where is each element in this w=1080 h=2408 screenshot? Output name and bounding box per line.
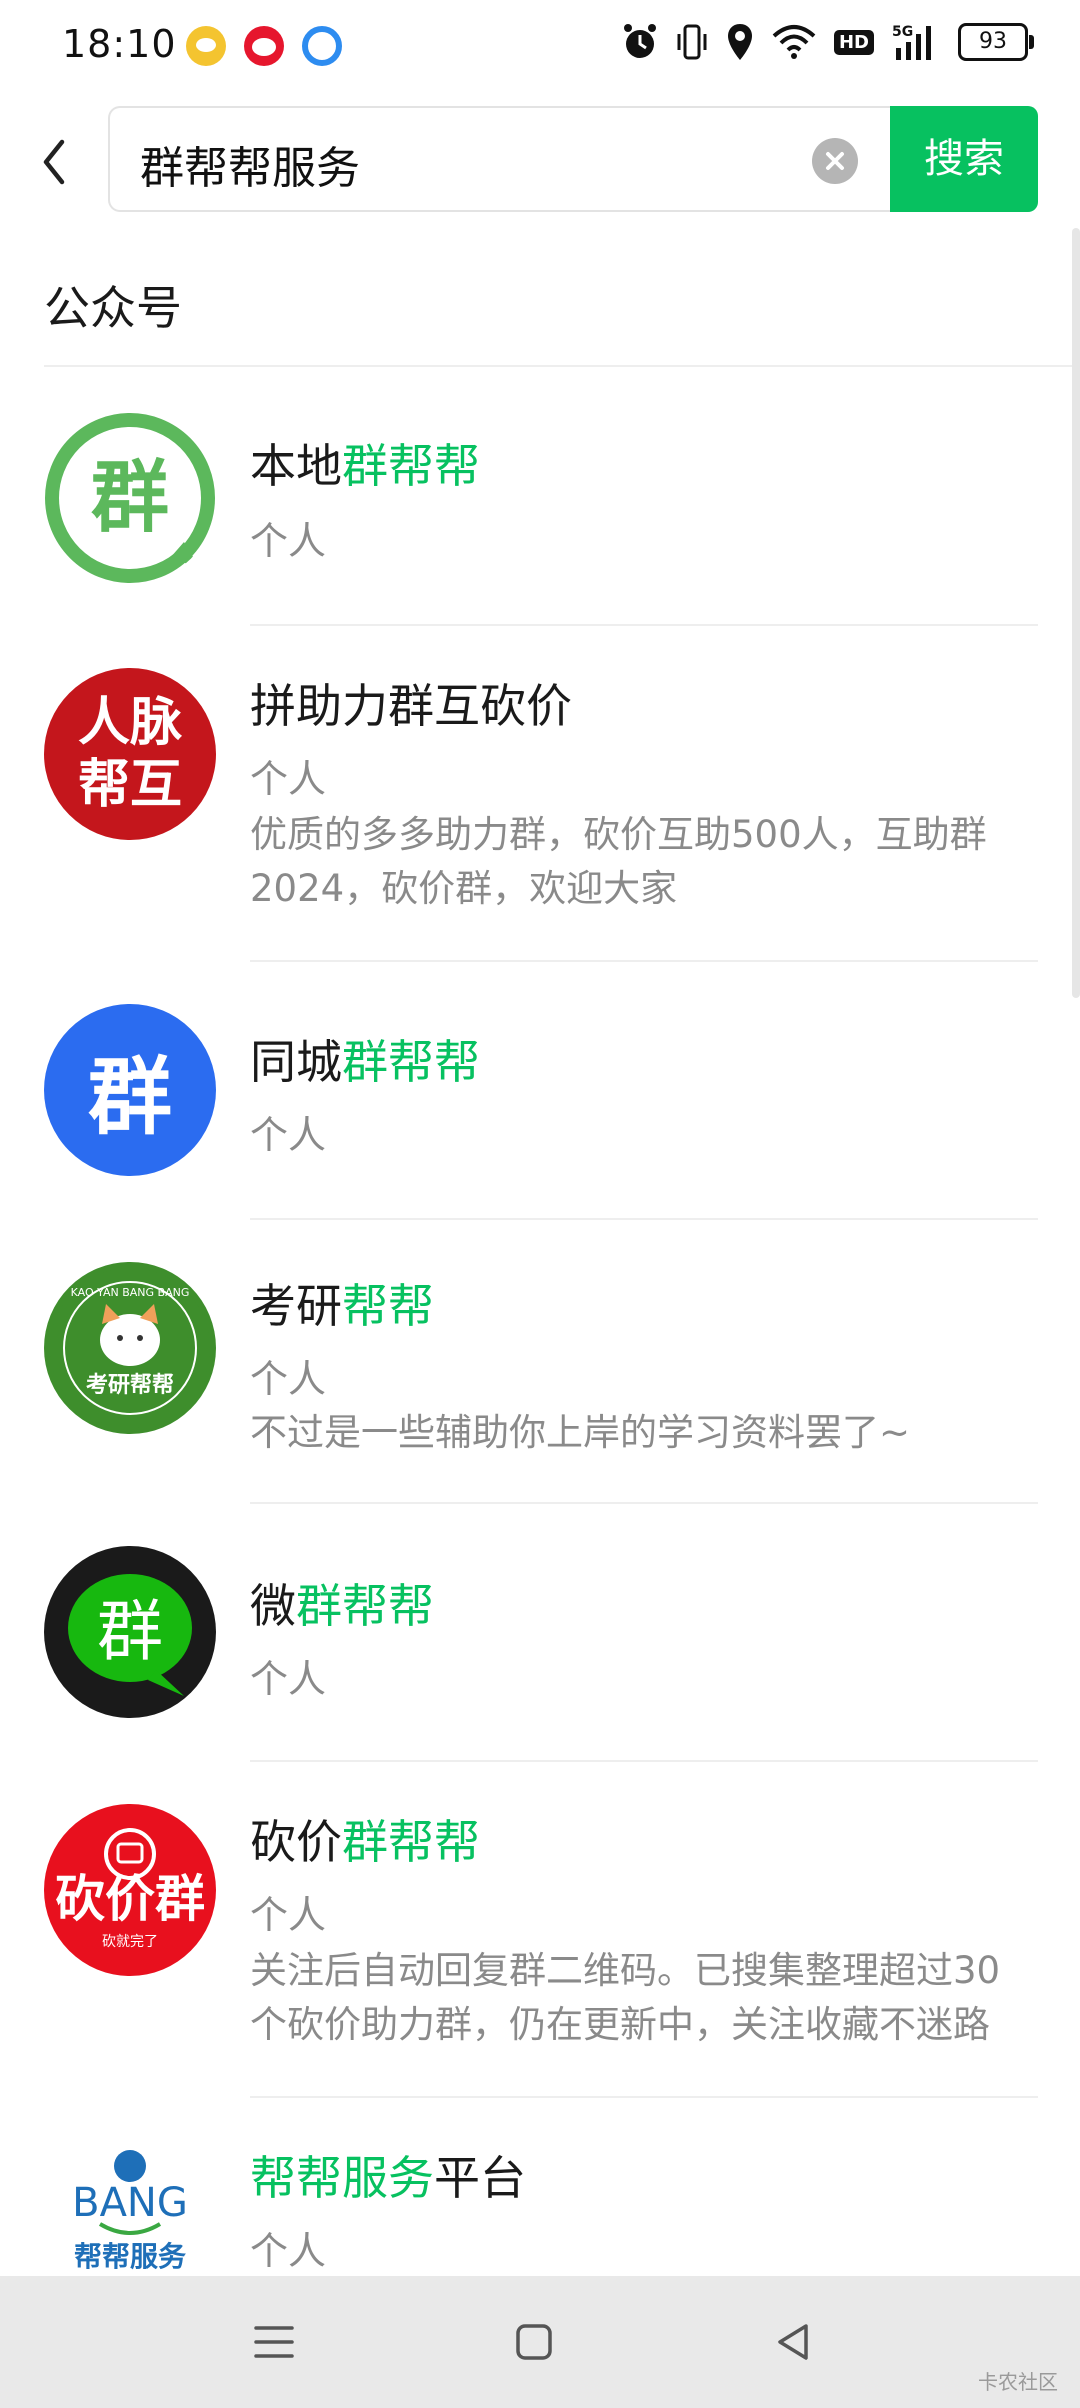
- avatar: 群: [44, 1546, 216, 1718]
- avatar: 群: [44, 1004, 216, 1176]
- svg-text:5G: 5G: [892, 24, 913, 40]
- result-type: 个人: [250, 1893, 327, 1937]
- watermark: 卡农社区: [978, 2370, 1058, 2394]
- result-type: 个人: [250, 2229, 327, 2273]
- avatar: 考研帮帮 KAO YAN BANG BANG: [44, 1262, 216, 1434]
- list-item[interactable]: 人脉 帮互 拼助力群互砍价 个人 优质的多多助力群，砍价互助500人，互助群20…: [0, 626, 1080, 962]
- result-description: 优质的多多助力群，砍价互助500人，互助群2024，砍价群，欢迎大家: [250, 813, 987, 910]
- notification-app-icon: [186, 26, 226, 66]
- result-title: 帮帮服务平台: [250, 2151, 526, 2205]
- menu-icon[interactable]: [244, 2312, 304, 2372]
- weibo-icon: [244, 26, 284, 66]
- hd-icon: HD: [833, 29, 874, 55]
- bang-logo-icon: BANG 帮帮服务: [72, 2150, 188, 2273]
- result-title: 本地群帮帮: [250, 439, 480, 493]
- avatar: 人脉 帮互: [44, 668, 216, 840]
- back-icon[interactable]: [764, 2312, 824, 2372]
- result-title: 微群帮帮: [250, 1579, 434, 1633]
- result-title: 考研帮帮: [250, 1279, 434, 1333]
- chat-bubble-icon: 群: [68, 1574, 192, 1696]
- status-indicators: HD 5G 93: [622, 22, 1034, 62]
- group-logo-icon: 群: [45, 413, 215, 583]
- section-title: 公众号: [44, 281, 182, 335]
- result-type: 个人: [250, 1357, 327, 1401]
- location-icon: [727, 24, 752, 60]
- avatar-text: 考研帮帮: [86, 1372, 174, 1398]
- divider: [44, 365, 1080, 367]
- close-icon: [826, 152, 844, 170]
- back-arrow-icon[interactable]: [28, 128, 88, 198]
- status-bar: 18:10 HD 5G 93: [0, 0, 1080, 96]
- vibrate-icon: [677, 24, 707, 60]
- wifi-icon: [772, 25, 816, 59]
- avatar-text: 群: [91, 453, 169, 543]
- result-title: 同城群帮帮: [250, 1035, 480, 1089]
- result-description: 关注后自动回复群二维码。已搜集整理超过30个砍价助力群，仍在更新中，关注收藏不迷…: [250, 1949, 1001, 2046]
- list-item[interactable]: 考研帮帮 KAO YAN BANG BANG 考研帮帮 个人 不过是一些辅助你上…: [0, 1220, 1080, 1504]
- avatar-subtext: 砍就完了: [102, 1934, 158, 1950]
- bargain-logo-icon: 砍价群 砍就完了: [55, 1828, 205, 1950]
- list-item[interactable]: 群 本地群帮帮 个人: [0, 400, 1080, 630]
- mail-icon: [302, 26, 342, 66]
- avatar-subtext: 帮帮服务: [74, 2240, 186, 2273]
- avatar-text: 帮互: [77, 755, 182, 815]
- home-icon[interactable]: [504, 2312, 564, 2372]
- signal-icon: 5G: [892, 24, 931, 60]
- search-bar: 群帮帮服务 搜索: [0, 106, 1080, 216]
- list-item[interactable]: BANG 帮帮服务 帮帮服务平台 个人: [0, 2098, 1080, 2276]
- result-type: 个人: [250, 519, 327, 563]
- status-time: 18:10: [62, 22, 177, 66]
- search-button[interactable]: 搜索: [890, 106, 1038, 212]
- result-title: 砍价群帮帮: [250, 1815, 480, 1869]
- search-query-text: 群帮帮服务: [140, 143, 360, 194]
- list-item[interactable]: 群 微群帮帮 个人: [0, 1504, 1080, 1762]
- list-item[interactable]: 砍价群 砍就完了 砍价群帮帮 个人 关注后自动回复群二维码。已搜集整理超过30个…: [0, 1762, 1080, 2098]
- avatar-text: 人脉: [77, 693, 182, 753]
- cat-logo-icon: 考研帮帮 KAO YAN BANG BANG: [50, 1268, 210, 1428]
- result-type: 个人: [250, 757, 327, 801]
- battery-icon: 93: [958, 23, 1034, 61]
- system-navigation-bar: [0, 2276, 1080, 2408]
- avatar: 砍价群 砍就完了: [44, 1804, 216, 1976]
- avatar-text: 砍价群: [55, 1870, 205, 1928]
- avatar-ring-text: KAO YAN BANG BANG: [71, 1286, 190, 1299]
- avatar-text: BANG: [72, 2180, 188, 2226]
- status-app-icons: [186, 26, 342, 66]
- list-item[interactable]: 群 同城群帮帮 个人: [0, 962, 1080, 1220]
- result-title: 拼助力群互砍价: [250, 679, 572, 733]
- result-type: 个人: [250, 1113, 327, 1157]
- result-description: 不过是一些辅助你上岸的学习资料罢了~: [250, 1411, 911, 1454]
- avatar-text: 群: [97, 1593, 163, 1670]
- clear-search-button[interactable]: [812, 138, 858, 184]
- avatar-text: 群: [87, 1047, 172, 1146]
- search-input[interactable]: 群帮帮服务: [108, 106, 890, 212]
- alarm-icon: [623, 24, 656, 58]
- avatar: BANG 帮帮服务: [44, 2144, 216, 2276]
- avatar: 群: [44, 412, 216, 584]
- result-type: 个人: [250, 1657, 327, 1701]
